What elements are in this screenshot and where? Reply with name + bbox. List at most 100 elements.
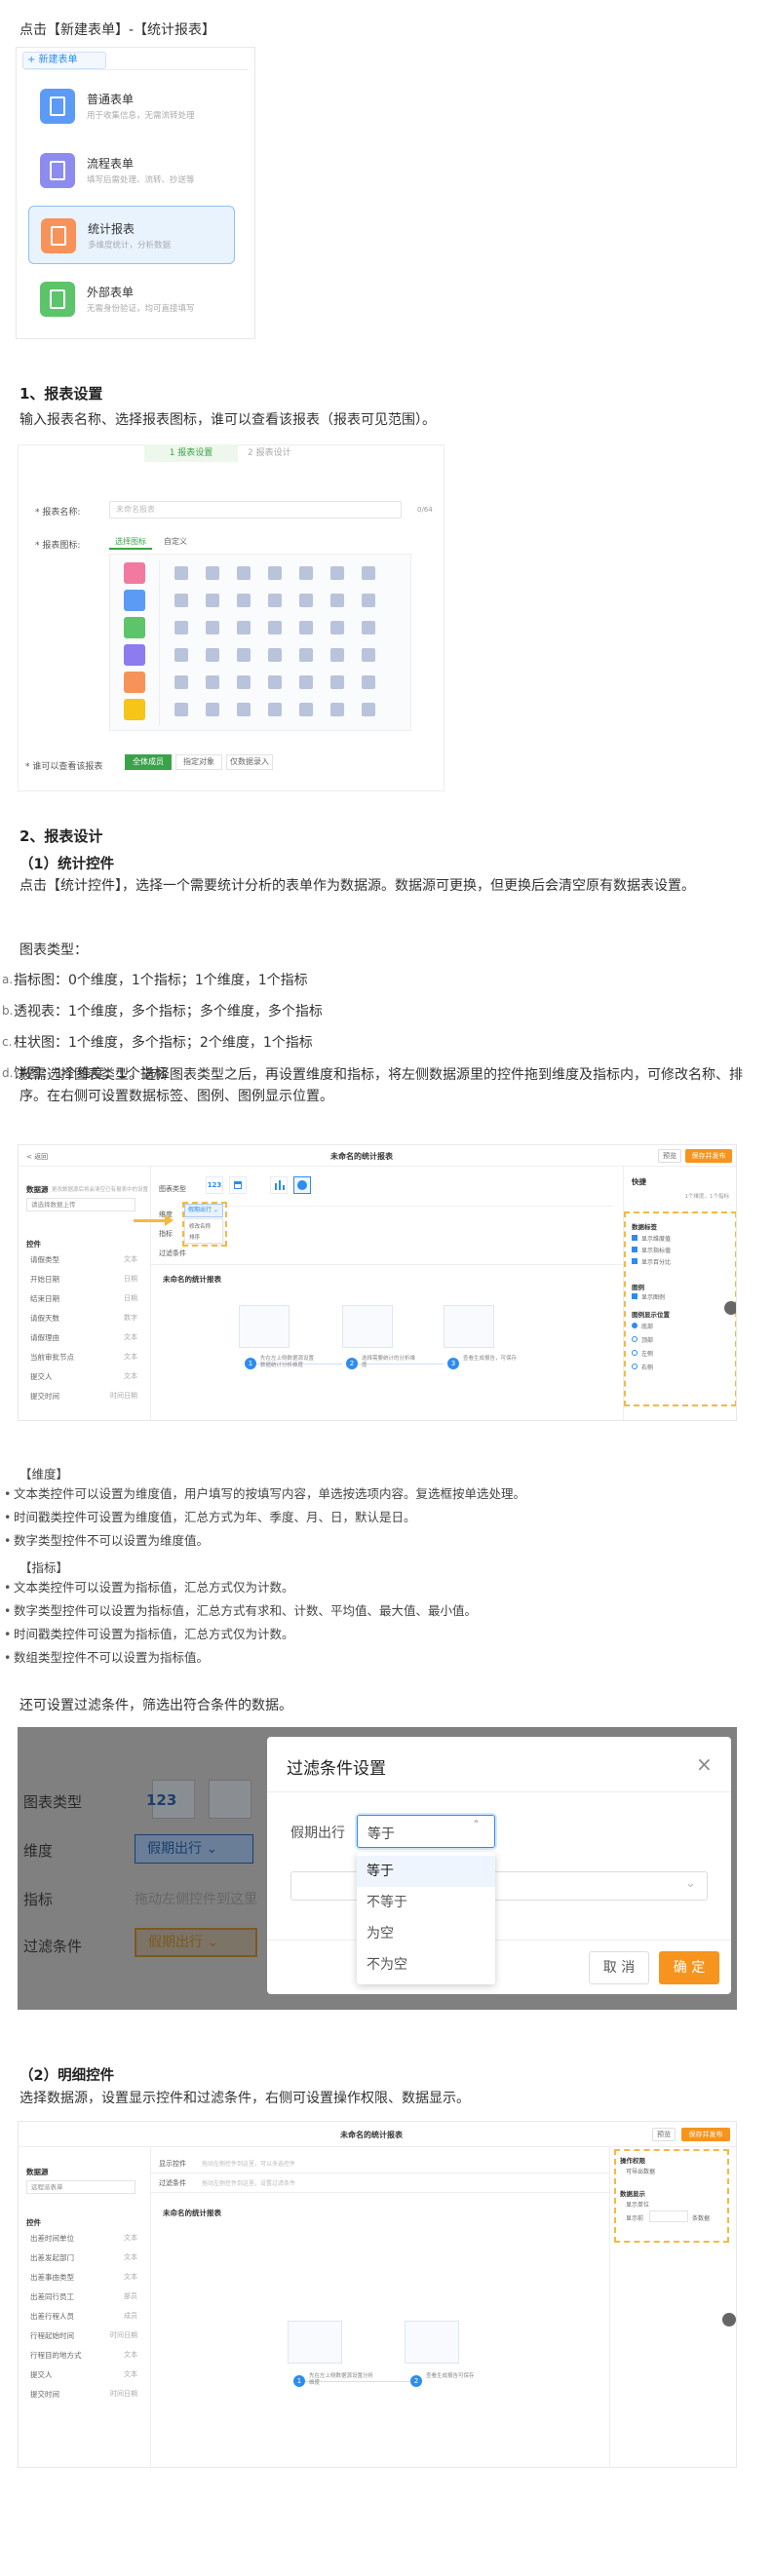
report-glyph-icon[interactable] [206, 594, 219, 607]
report-glyph-icon[interactable] [268, 594, 282, 607]
report-glyph-icon[interactable] [174, 566, 188, 580]
operator-option[interactable]: 不为空 [357, 1949, 495, 1980]
step2-tab[interactable]: 2 报表设计 [248, 444, 326, 462]
value-input[interactable]: ⌄ [290, 1871, 708, 1901]
pie-chart-icon[interactable] [293, 1176, 311, 1194]
report-name-input[interactable]: 未命名报表 [109, 501, 402, 519]
detail-save-button[interactable]: 保存并发布 [681, 2128, 730, 2141]
control-item[interactable]: 结束日期 日期 [30, 1293, 137, 1304]
report-glyph-icon[interactable] [299, 566, 313, 580]
report-glyph-icon[interactable] [330, 566, 344, 580]
chat-bubble-icon[interactable] [724, 1301, 736, 1315]
report-glyph-icon[interactable] [330, 621, 344, 634]
control-item[interactable]: 出差行程人员 成员 [30, 2311, 137, 2322]
ok-button[interactable]: 确 定 [659, 1951, 719, 1984]
control-item[interactable]: 出差同行员工 部员 [30, 2291, 137, 2302]
pivot-table-icon[interactable] [229, 1176, 247, 1194]
radio[interactable] [632, 1364, 638, 1369]
legend-checkbox[interactable] [632, 1293, 638, 1299]
new-form-button[interactable]: + 新建表单 [22, 52, 106, 69]
report-glyph-icon[interactable] [299, 648, 313, 662]
report-glyph-icon[interactable] [362, 703, 375, 716]
cancel-button[interactable]: 取 消 [589, 1951, 649, 1984]
report-glyph-icon[interactable] [268, 648, 282, 662]
report-glyph-icon[interactable] [174, 675, 188, 689]
report-glyph-icon[interactable] [237, 675, 251, 689]
save-publish-button[interactable]: 保存并发布 [685, 1149, 732, 1163]
color-swatch[interactable] [124, 562, 145, 584]
report-glyph-icon[interactable] [206, 675, 219, 689]
form-type-card[interactable]: 普通表单 用于收集信息，无需流转处理 [28, 77, 235, 135]
report-glyph-icon[interactable] [299, 675, 313, 689]
form-type-card[interactable]: 统计报表 多维度统计，分析数据 [28, 206, 235, 264]
tab-custom-icon[interactable]: 自定义 [156, 534, 195, 550]
visibility-option[interactable]: 仅数据录入 [226, 754, 273, 770]
control-item[interactable]: 请假类型 文本 [30, 1254, 137, 1265]
report-glyph-icon[interactable] [174, 621, 188, 634]
report-glyph-icon[interactable] [206, 566, 219, 580]
radio[interactable] [632, 1350, 638, 1356]
step1-tab[interactable]: 1 报表设置 [144, 444, 238, 462]
permission-value[interactable]: 可导出数据 [626, 2167, 655, 2175]
operator-option[interactable]: 为空 [357, 1918, 495, 1949]
detail-preview-button[interactable]: 预览 [652, 2128, 676, 2141]
detail-datasource-select[interactable]: 远程派表单 [26, 2180, 135, 2194]
form-type-card[interactable]: 外部表单 无需身份验证，均可直接填写 [28, 270, 235, 328]
close-icon[interactable]: × [696, 1752, 713, 1776]
control-item[interactable]: 出差发起部门 文本 [30, 2252, 137, 2263]
report-glyph-icon[interactable] [237, 594, 251, 607]
report-glyph-icon[interactable] [237, 703, 251, 716]
form-type-card[interactable]: 流程表单 填写后需处理、流转、抄送等 [28, 141, 235, 200]
report-glyph-icon[interactable] [330, 675, 344, 689]
operator-option[interactable]: 等于 [357, 1856, 495, 1887]
color-swatch[interactable] [124, 644, 145, 666]
radio[interactable] [632, 1323, 638, 1328]
color-swatch[interactable] [124, 672, 145, 693]
control-item[interactable]: 提交人 文本 [30, 2369, 137, 2380]
report-glyph-icon[interactable] [362, 648, 375, 662]
control-item[interactable]: 当前审批节点 文本 [30, 1352, 137, 1363]
report-glyph-icon[interactable] [362, 621, 375, 634]
checkbox[interactable] [632, 1247, 638, 1252]
report-glyph-icon[interactable] [330, 648, 344, 662]
control-item[interactable]: 出差事由类型 文本 [30, 2272, 137, 2283]
report-glyph-icon[interactable] [268, 703, 282, 716]
report-glyph-icon[interactable] [174, 703, 188, 716]
report-glyph-icon[interactable] [206, 621, 219, 634]
operator-option[interactable]: 不等于 [357, 1887, 495, 1918]
report-glyph-icon[interactable] [299, 594, 313, 607]
report-glyph-icon[interactable] [330, 703, 344, 716]
report-glyph-icon[interactable] [206, 703, 219, 716]
report-glyph-icon[interactable] [362, 594, 375, 607]
report-glyph-icon[interactable] [237, 621, 251, 634]
control-item[interactable]: 请假天数 数字 [30, 1313, 137, 1324]
report-glyph-icon[interactable] [237, 566, 251, 580]
report-glyph-icon[interactable] [268, 675, 282, 689]
color-swatch[interactable] [124, 617, 145, 638]
report-glyph-icon[interactable] [206, 648, 219, 662]
control-item[interactable]: 提交人 文本 [30, 1371, 137, 1382]
control-item[interactable]: 出差时间单位 文本 [30, 2233, 137, 2244]
report-glyph-icon[interactable] [299, 621, 313, 634]
control-item[interactable]: 开始日期 日期 [30, 1274, 137, 1285]
control-item[interactable]: 提交时间 时间日期 [30, 2389, 137, 2400]
control-item[interactable]: 行程目的地方式 文本 [30, 2350, 137, 2361]
indicator-chart-icon[interactable]: 123 [206, 1176, 223, 1194]
report-glyph-icon[interactable] [237, 648, 251, 662]
report-glyph-icon[interactable] [362, 675, 375, 689]
back-link[interactable]: < 返回 [26, 1152, 48, 1162]
control-item[interactable]: 提交时间 时间日期 [30, 1391, 137, 1402]
checkbox[interactable] [632, 1235, 638, 1241]
color-swatch[interactable] [124, 699, 145, 720]
report-glyph-icon[interactable] [174, 648, 188, 662]
radio[interactable] [632, 1336, 638, 1342]
detail-chat-bubble-icon[interactable] [722, 2313, 736, 2326]
checkbox[interactable] [632, 1258, 638, 1264]
datasource-select[interactable]: 请选择数据上传 [26, 1198, 135, 1211]
control-item[interactable]: 行程起始时间 时间日期 [30, 2330, 137, 2341]
operator-select[interactable]: 等于 ˆ [357, 1815, 495, 1848]
report-glyph-icon[interactable] [330, 594, 344, 607]
color-swatch[interactable] [124, 590, 145, 611]
display-count-input[interactable] [649, 2211, 688, 2222]
control-item[interactable]: 请假理由 文本 [30, 1332, 137, 1343]
